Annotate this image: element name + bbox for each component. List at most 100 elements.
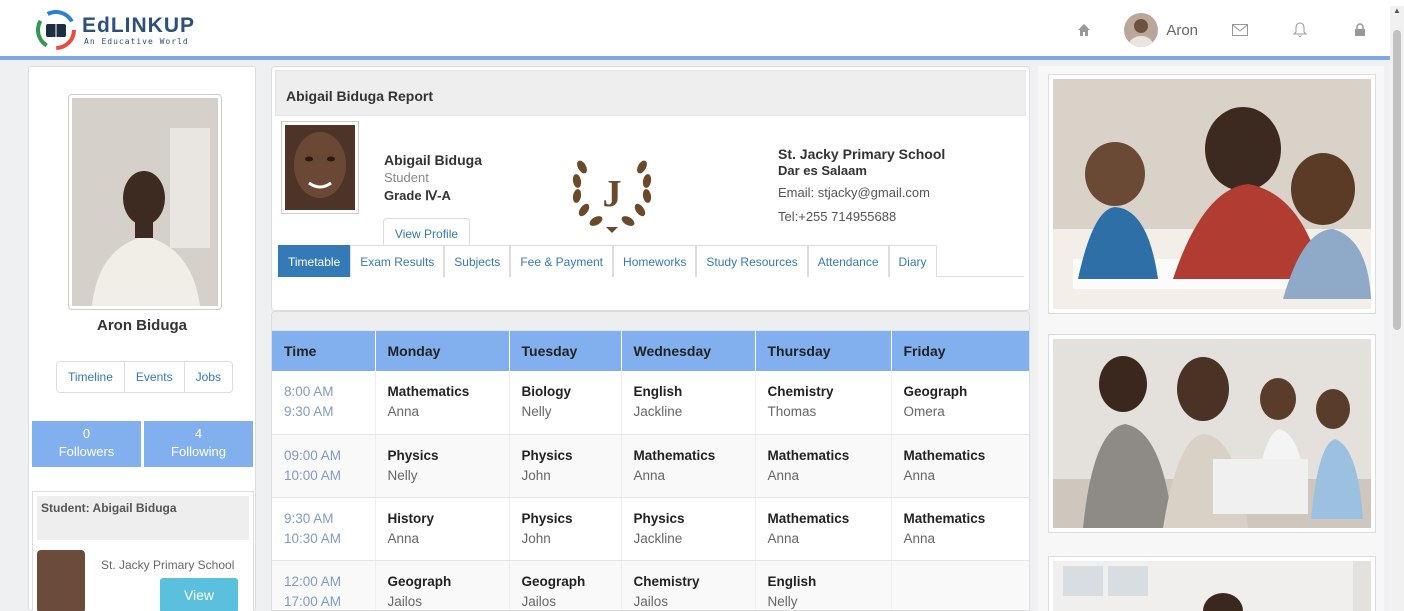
scroll-up-arrow-icon[interactable]: ▲ <box>1393 6 1401 15</box>
tab-study-resources[interactable]: Study Resources <box>696 245 808 277</box>
teacher-name: Anna <box>633 467 666 483</box>
mail-icon[interactable] <box>1222 12 1258 48</box>
profile-sidebar: Aron Biduga Timeline Events Jobs 0 Follo… <box>28 66 256 611</box>
teacher-name: Nelly <box>767 593 798 609</box>
tab-attendance[interactable]: Attendance <box>807 245 889 277</box>
lesson-cell: Physics John <box>509 434 622 498</box>
teacher-name: Thomas <box>767 404 817 420</box>
teacher-name: John <box>521 467 551 483</box>
avatar <box>1124 13 1159 47</box>
lesson-cell: Mathematics Anna <box>375 371 510 435</box>
lesson-cell: Geograph Omera <box>891 371 1029 435</box>
subject-name: Physics <box>521 510 573 526</box>
report-title: Abigail Biduga Report <box>275 70 1026 116</box>
following-count: 4 <box>194 426 203 441</box>
time-cell: 12:00 AM 17:00 AM <box>272 560 376 610</box>
time-cell: 9:30 AM 10:30 AM <box>272 497 376 561</box>
student-card-header: Student: Abigail Biduga <box>37 496 249 540</box>
tab-homeworks[interactable]: Homeworks <box>613 245 697 277</box>
teacher-name: Anna <box>903 467 936 483</box>
timetable-row: 09:00 AM 10:00 AM Physics Nelly Physics John M… <box>272 434 1029 498</box>
home-icon[interactable] <box>1066 12 1102 48</box>
tab-diary[interactable]: Diary <box>888 245 937 277</box>
tab-subjects[interactable]: Subjects <box>444 245 511 277</box>
school-info: St. Jacky Primary School Dar es Salaam E… <box>778 145 945 227</box>
start-time: 12:00 AM <box>284 573 342 589</box>
events-link[interactable]: Events <box>124 362 185 392</box>
column-header: Thursday <box>755 331 892 371</box>
end-time: 9:30 AM <box>284 404 334 420</box>
timetable-toolbar <box>272 312 1029 331</box>
bell-icon[interactable] <box>1282 12 1318 48</box>
lesson-cell: Geograph Jailos <box>375 560 510 610</box>
teacher-name: Jackline <box>633 404 683 420</box>
lock-icon[interactable] <box>1342 12 1378 48</box>
lesson-cell: Mathematics Anna <box>891 434 1029 498</box>
student-school: St. Jacky Primary School <box>101 558 235 572</box>
school-crest-logo: J <box>572 160 652 233</box>
promo-column <box>1038 66 1384 611</box>
column-header: Time <box>272 331 376 371</box>
student-report-card: Abigail Biduga Report Abigail Biduga Stu… <box>271 66 1030 311</box>
student-label: Student: <box>41 501 90 515</box>
followers-button[interactable]: 0 Followers <box>32 421 141 467</box>
school-city: Dar es Salaam <box>778 163 867 178</box>
profile-name: Aron Biduga <box>97 317 187 334</box>
scrollbar-thumb[interactable] <box>1393 30 1401 330</box>
start-time: 9:30 AM <box>284 510 334 526</box>
subject-name: Mathematics <box>387 384 470 400</box>
timetable-row: 9:30 AM 10:30 AM History Anna Physics John Phy… <box>272 497 1029 561</box>
page-scrollbar[interactable]: ▲ <box>1390 6 1404 611</box>
timetable-header-row: Time Monday Tuesday Wednesday Thursday F… <box>272 331 1029 371</box>
subject-name: Physics <box>521 447 573 463</box>
lesson-cell: Biology Nelly <box>509 371 622 435</box>
tab-timetable[interactable]: Timetable <box>278 245 351 277</box>
student-thumbnail[interactable] <box>37 550 85 611</box>
student-grade: Grade Ⅳ-A <box>384 188 451 203</box>
school-name: St. Jacky Primary School <box>778 146 946 162</box>
timeline-link[interactable]: Timeline <box>57 362 125 392</box>
lesson-cell: Chemistry Jailos <box>621 560 756 610</box>
top-navbar: EdLINKUP An Educative World Aron <box>0 0 1404 60</box>
teacher-name: Anna <box>903 530 936 546</box>
profile-photo[interactable] <box>68 94 222 310</box>
teacher-name: Nelly <box>521 404 552 420</box>
view-student-button[interactable]: View <box>160 578 238 611</box>
student-full-name: Abigail Biduga <box>384 152 482 168</box>
column-header: Tuesday <box>509 331 622 371</box>
lesson-cell: Mathematics Anna <box>891 497 1029 561</box>
promo-image-2[interactable] <box>1048 334 1376 533</box>
teacher-name: Anna <box>387 530 420 546</box>
promo-image-1[interactable] <box>1048 74 1376 314</box>
lesson-cell: Physics Jackline <box>621 497 756 561</box>
subject-name: Physics <box>387 447 439 463</box>
user-menu[interactable]: Aron <box>1124 13 1198 47</box>
student-name: Abigail Biduga <box>92 501 177 515</box>
promo-image-3[interactable] <box>1048 556 1376 611</box>
subject-name: Chemistry <box>633 573 700 589</box>
subject-name: Physics <box>633 510 685 526</box>
lesson-cell: Physics John <box>509 497 622 561</box>
app-logo[interactable]: EdLINKUP An Educative World <box>36 10 196 50</box>
user-name: Aron <box>1166 21 1198 39</box>
following-button[interactable]: 4 Following <box>144 421 253 467</box>
subject-name: English <box>633 384 683 400</box>
start-time: 8:00 AM <box>284 384 334 400</box>
logo-icon <box>36 10 76 50</box>
tab-fee-payment[interactable]: Fee & Payment <box>510 245 614 277</box>
followers-count: 0 <box>82 426 91 441</box>
subject-name: English <box>767 573 817 589</box>
tab-exam-results[interactable]: Exam Results <box>350 245 445 277</box>
report-tabs: Timetable Exam Results Subjects Fee & Pa… <box>278 245 1024 277</box>
timetable-panel: Time Monday Tuesday Wednesday Thursday F… <box>271 311 1030 611</box>
student-photo[interactable] <box>281 121 359 214</box>
timetable-table: Time Monday Tuesday Wednesday Thursday F… <box>272 331 1029 610</box>
teacher-name: John <box>521 530 551 546</box>
timetable-row: 12:00 AM 17:00 AM Geograph Jailos Geograph Ja… <box>272 560 1029 610</box>
jobs-link[interactable]: Jobs <box>184 362 232 392</box>
teacher-name: Jailos <box>521 593 557 609</box>
nav-actions: Aron <box>1042 12 1378 48</box>
teacher-name: Anna <box>767 530 800 546</box>
view-profile-button[interactable]: View Profile <box>383 218 470 245</box>
column-header: Wednesday <box>621 331 756 371</box>
